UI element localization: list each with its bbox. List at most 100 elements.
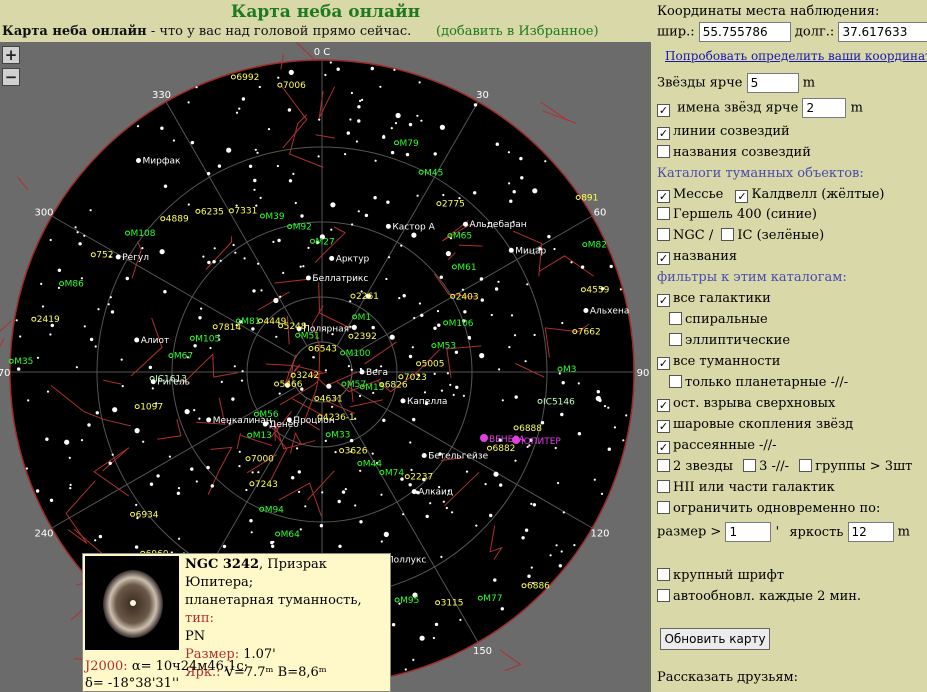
- deep-sky-label: M79: [400, 139, 419, 149]
- deep-sky-label: M94: [265, 505, 284, 515]
- star-dot: [276, 164, 279, 168]
- star-dot: [200, 307, 203, 310]
- three-stars-checkbox[interactable]: [743, 459, 757, 472]
- deep-sky-label: M65: [453, 232, 472, 242]
- all-nebulae-checkbox[interactable]: ✓: [657, 357, 670, 370]
- deep-sky-label: 6886: [527, 582, 550, 592]
- star-dot: [210, 484, 214, 488]
- deep-sky-label: 1097: [140, 403, 163, 413]
- star-dot: [338, 544, 342, 548]
- two-stars-checkbox[interactable]: [657, 459, 670, 472]
- constellation-lines-checkbox[interactable]: ✓: [657, 127, 670, 140]
- auto-coords-link[interactable]: Попробовать определить ваши координаты: [665, 46, 927, 66]
- planet-dot: [480, 434, 488, 442]
- ic-checkbox[interactable]: [721, 228, 735, 241]
- star-dot: [109, 296, 112, 299]
- star-dot: [135, 503, 138, 506]
- star-names-input[interactable]: 2: [802, 98, 847, 118]
- constellation-line: [540, 101, 576, 124]
- star-dot: [238, 450, 241, 453]
- supernova-checkbox[interactable]: ✓: [657, 399, 670, 412]
- star-dot: [530, 566, 533, 569]
- messier-checkbox[interactable]: ✓: [657, 190, 670, 203]
- star-dot: [351, 223, 354, 226]
- globular-checkbox[interactable]: ✓: [657, 420, 670, 433]
- open-clusters-checkbox[interactable]: ✓: [657, 441, 670, 454]
- large-font-label: крупный шрифт: [673, 568, 785, 583]
- star-dot: [393, 68, 396, 71]
- zoom-out-button[interactable]: −: [2, 68, 20, 86]
- star-dot: [243, 257, 246, 260]
- brightness-filter-input[interactable]: 12: [847, 522, 894, 542]
- star-dot: [330, 202, 336, 208]
- star-names-checkbox[interactable]: ✓: [657, 103, 670, 117]
- latitude-input[interactable]: 55.755786: [698, 22, 791, 42]
- star-dot: [524, 360, 527, 363]
- names-checkbox[interactable]: ✓: [657, 252, 670, 265]
- stars-brighter-input[interactable]: 5: [746, 73, 799, 93]
- hii-checkbox[interactable]: [657, 480, 670, 493]
- size-filter-input[interactable]: 1: [725, 522, 772, 542]
- deep-sky-label: 4631: [320, 395, 343, 405]
- zoom-in-button[interactable]: +: [2, 46, 20, 64]
- all-galaxies-checkbox[interactable]: ✓: [657, 294, 670, 307]
- star-dot: [163, 290, 167, 294]
- lon-label: долг.:: [794, 24, 835, 40]
- names-label: названия: [673, 249, 738, 264]
- deep-sky-label: 7243: [255, 480, 278, 490]
- ngc-checkbox[interactable]: [657, 228, 670, 241]
- star-names-row: ✓ имена звёзд ярче 2 m: [657, 98, 863, 118]
- add-favorite-link[interactable]: (добавить в Избранное): [436, 24, 599, 39]
- star-dot: [433, 326, 437, 330]
- named-star-dot: [115, 254, 121, 260]
- star-dot: [490, 313, 493, 317]
- star-dot: [498, 368, 501, 371]
- star-dot: [300, 214, 304, 218]
- longitude-input[interactable]: 37.617633: [838, 22, 927, 42]
- planetary-only-checkbox[interactable]: [669, 375, 682, 388]
- stars-brighter-row: Звёзды ярче 5 m: [657, 73, 815, 93]
- autorefresh-checkbox[interactable]: [657, 589, 670, 602]
- star-dot: [398, 297, 401, 300]
- object-type-label: тип:: [185, 611, 214, 626]
- deep-sky-label: M74: [385, 469, 404, 479]
- star-dot: [299, 265, 302, 268]
- filters-title: фильтры к этим каталогам:: [657, 270, 847, 285]
- star-dot: [177, 487, 181, 490]
- star-dot: [370, 66, 374, 71]
- deep-sky-label: M105: [195, 334, 220, 344]
- elliptical-checkbox[interactable]: [669, 333, 682, 346]
- star-dot: [380, 493, 383, 496]
- spiral-checkbox[interactable]: [669, 312, 682, 325]
- star-dot: [382, 418, 386, 422]
- star-dot: [136, 125, 140, 128]
- constellation-names-checkbox[interactable]: [657, 145, 670, 158]
- star-dot: [609, 264, 613, 269]
- deep-sky-label: 7000: [251, 455, 274, 465]
- caldwell-checkbox[interactable]: ✓: [735, 190, 749, 203]
- star-dot: [402, 294, 406, 298]
- star-dot: [202, 255, 205, 258]
- large-font-checkbox[interactable]: [657, 568, 670, 581]
- star-dot: [439, 275, 443, 279]
- deep-sky-label: 4889: [166, 215, 189, 225]
- star-dot: [288, 69, 294, 75]
- star-dot: [577, 432, 582, 436]
- deep-sky-label: M44: [363, 460, 382, 470]
- star-dot: [83, 325, 86, 328]
- herschel-checkbox[interactable]: [657, 207, 670, 220]
- groups-checkbox[interactable]: [799, 459, 813, 472]
- star-dot: [373, 196, 377, 200]
- limit-checkbox[interactable]: [657, 501, 670, 514]
- star-dot: [273, 297, 279, 304]
- refresh-map-button[interactable]: Обновить карту: [660, 628, 770, 650]
- star-name-label: Алкаид: [418, 488, 453, 498]
- star-dot: [19, 335, 22, 338]
- deep-sky-label: 4236-1: [323, 413, 355, 423]
- star-name-label: Арктур: [336, 254, 370, 264]
- star-dot: [259, 196, 262, 199]
- star-names-unit: m: [850, 100, 863, 116]
- star-dot: [245, 488, 248, 492]
- star-dot: [412, 417, 416, 422]
- all-galaxies-label: все галактики: [673, 291, 771, 306]
